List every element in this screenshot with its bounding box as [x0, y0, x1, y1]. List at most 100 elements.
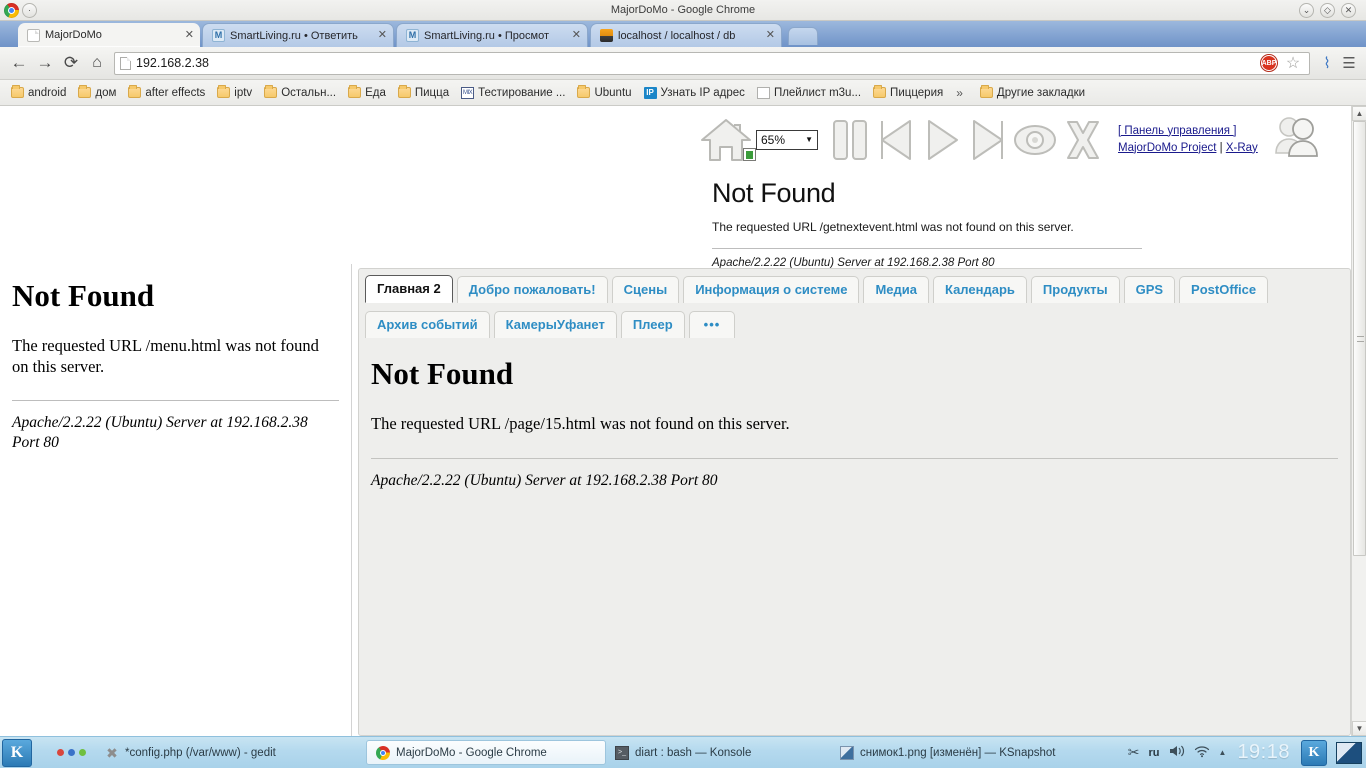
server-signature: Apache/2.2.22 (Ubuntu) Server at 192.168… [12, 414, 308, 451]
bookmarks-overflow-button[interactable]: » [950, 86, 969, 100]
browser-tab-smartliving-view[interactable]: M SmartLiving.ru • Просмот ✕ [396, 23, 588, 47]
chevron-down-icon: ▼ [805, 135, 813, 144]
taskbar-item-ksnapshot[interactable]: снимок1.png [изменён] — KSnapshot [831, 740, 1081, 765]
xray-link[interactable]: X-Ray [1226, 142, 1258, 154]
system-tray: ✂ ru ▲ 19:18 K [1128, 739, 1366, 766]
majordomo-project-link[interactable]: MajorDoMo Project [1118, 142, 1216, 154]
skip-forward-icon[interactable] [966, 117, 1010, 163]
desktop-pager[interactable] [57, 749, 86, 756]
app-tab-kamery-ufanet[interactable]: КамерыУфанет [493, 311, 617, 338]
error-heading: Not Found [712, 178, 836, 208]
eye-icon[interactable] [1012, 117, 1058, 163]
bookmark-after-effects[interactable]: after effects [123, 85, 210, 101]
app-tab-more[interactable]: ••• [688, 311, 736, 338]
pager-dot-green[interactable] [79, 749, 86, 756]
bookmark-dom[interactable]: дом [73, 85, 121, 101]
taskbar-item-chrome[interactable]: MajorDoMo - Google Chrome [366, 740, 606, 765]
app-tab-postoffice[interactable]: PostOffice [1179, 276, 1269, 303]
play-icon[interactable] [920, 117, 964, 163]
scroll-up-icon[interactable]: ▲ [1352, 106, 1366, 121]
taskbar-item-gedit[interactable]: ✖ *config.php (/var/www) - gedit [96, 740, 366, 765]
home-button[interactable]: ⌂ [84, 50, 110, 76]
reload-button[interactable]: ⟳ [58, 50, 84, 76]
taskbar-item-konsole[interactable]: >_ diart : bash — Konsole [606, 740, 831, 765]
bookmark-iptv[interactable]: iptv [212, 85, 257, 101]
bookmark-android[interactable]: android [6, 85, 71, 101]
close-icon[interactable]: ✕ [572, 30, 581, 41]
app-tab-sceny[interactable]: Сцены [611, 276, 680, 303]
folder-icon [873, 85, 887, 98]
scrollbar-thumb[interactable] [1353, 121, 1366, 556]
app-tab-pleer[interactable]: Плеер [620, 311, 685, 338]
bookmark-label: Остальн... [281, 86, 337, 99]
show-desktop-button[interactable] [1336, 741, 1362, 764]
pause-icon[interactable] [828, 117, 872, 163]
window-minimize-button[interactable]: ⌄ [1299, 3, 1314, 18]
bookmark-ip-address[interactable]: IP Узнать IP адрес [639, 85, 750, 101]
close-icon[interactable]: ✕ [378, 30, 387, 41]
wifi-icon[interactable] [1194, 744, 1210, 761]
bookmark-pizza[interactable]: Пицца [393, 85, 454, 101]
folder-icon [128, 85, 142, 98]
close-x-icon[interactable] [1060, 117, 1106, 163]
window-title: MajorDoMo - Google Chrome [610, 3, 756, 16]
volume-icon[interactable] [1169, 744, 1185, 761]
app-tab-arhiv-sobytiy[interactable]: Архив событий [365, 311, 490, 338]
back-button[interactable]: ← [6, 50, 32, 76]
bookmark-label: дом [95, 86, 117, 99]
microphone-icon[interactable]: ⌇ [1316, 54, 1338, 72]
page-info-icon[interactable] [120, 56, 131, 70]
taskbar-clock[interactable]: 19:18 [1235, 741, 1292, 764]
home-icon[interactable] [700, 116, 756, 164]
app-tab-glavnaya-2[interactable]: Главная 2 [365, 275, 453, 303]
divider [371, 458, 1338, 459]
app-tab-media[interactable]: Медиа [863, 276, 929, 303]
app-tab-kalendar[interactable]: Календарь [932, 276, 1027, 303]
close-icon[interactable]: ✕ [185, 29, 194, 41]
window-maximize-button[interactable]: ◇ [1320, 3, 1335, 18]
majordomo-header-links: [ Панель управления ] MajorDoMo Project … [1118, 123, 1258, 157]
kde-tray-button[interactable]: K [1301, 739, 1327, 766]
adblock-icon[interactable]: ABP [1261, 55, 1277, 71]
folder-icon [577, 85, 591, 98]
error-block-main: Not Found The requested URL /page/15.htm… [359, 338, 1350, 490]
browser-tab-label: SmartLiving.ru • Просмот [424, 29, 549, 42]
pager-dot-red[interactable] [57, 749, 64, 756]
app-tab-gps[interactable]: GPS [1123, 276, 1176, 303]
bookmark-other-bookmarks[interactable]: Другие закладки [975, 85, 1090, 101]
zoom-level-select[interactable]: 65% ▼ [756, 129, 818, 150]
window-close-button[interactable]: ✕ [1341, 3, 1356, 18]
tray-expand-icon[interactable]: ▲ [1219, 748, 1227, 757]
page-scrollbar[interactable]: ▲ ▼ [1351, 106, 1366, 736]
chrome-menu-icon[interactable]: ☰ [1338, 54, 1360, 72]
error-message: The requested URL /menu.html was not fou… [12, 336, 319, 376]
scissors-icon[interactable]: ✂ [1128, 744, 1140, 761]
bookmark-star-icon[interactable]: ☆ [1282, 53, 1304, 73]
forward-button[interactable]: → [32, 50, 58, 76]
bookmark-playlist[interactable]: Плейлист m3u... [752, 85, 866, 101]
control-panel-link[interactable]: [ Панель управления ] [1118, 125, 1236, 137]
new-tab-button[interactable] [788, 27, 818, 45]
pager-dot-blue[interactable] [68, 749, 75, 756]
scroll-down-icon[interactable]: ▼ [1352, 721, 1366, 736]
avatar[interactable] [1272, 113, 1322, 166]
browser-tab-smartliving-reply[interactable]: M SmartLiving.ru • Ответить ✕ [202, 23, 394, 47]
bookmark-ubuntu[interactable]: Ubuntu [572, 85, 636, 101]
bookmark-pizzeria[interactable]: Пиццерия [868, 85, 948, 101]
browser-tab-phpmyadmin[interactable]: localhost / localhost / db ✕ [590, 23, 782, 47]
browser-tab-majordomo[interactable]: MajorDoMo ✕ [18, 23, 200, 47]
bookmark-testirovanie[interactable]: MIX Тестирование ... [456, 85, 570, 101]
address-bar[interactable]: 192.168.2.38 ABP ☆ [114, 51, 1310, 75]
app-tab-dobro-pozhalovat[interactable]: Добро пожаловать! [456, 276, 608, 303]
close-icon[interactable]: ✕ [766, 30, 775, 41]
folder-icon [348, 85, 362, 98]
keyboard-layout-indicator[interactable]: ru [1149, 747, 1160, 759]
kde-menu-button[interactable]: K [2, 738, 32, 767]
app-tab-produkty[interactable]: Продукты [1030, 276, 1120, 303]
app-tab-informaciya-o-sisteme[interactable]: Информация о системе [683, 276, 860, 303]
bookmark-ostalnye[interactable]: Остальн... [259, 85, 341, 101]
window-titlebar: · MajorDoMo - Google Chrome ⌄ ◇ ✕ [0, 0, 1366, 21]
skip-back-icon[interactable] [874, 117, 918, 163]
folder-icon [397, 85, 411, 98]
bookmark-eda[interactable]: Еда [343, 85, 391, 101]
